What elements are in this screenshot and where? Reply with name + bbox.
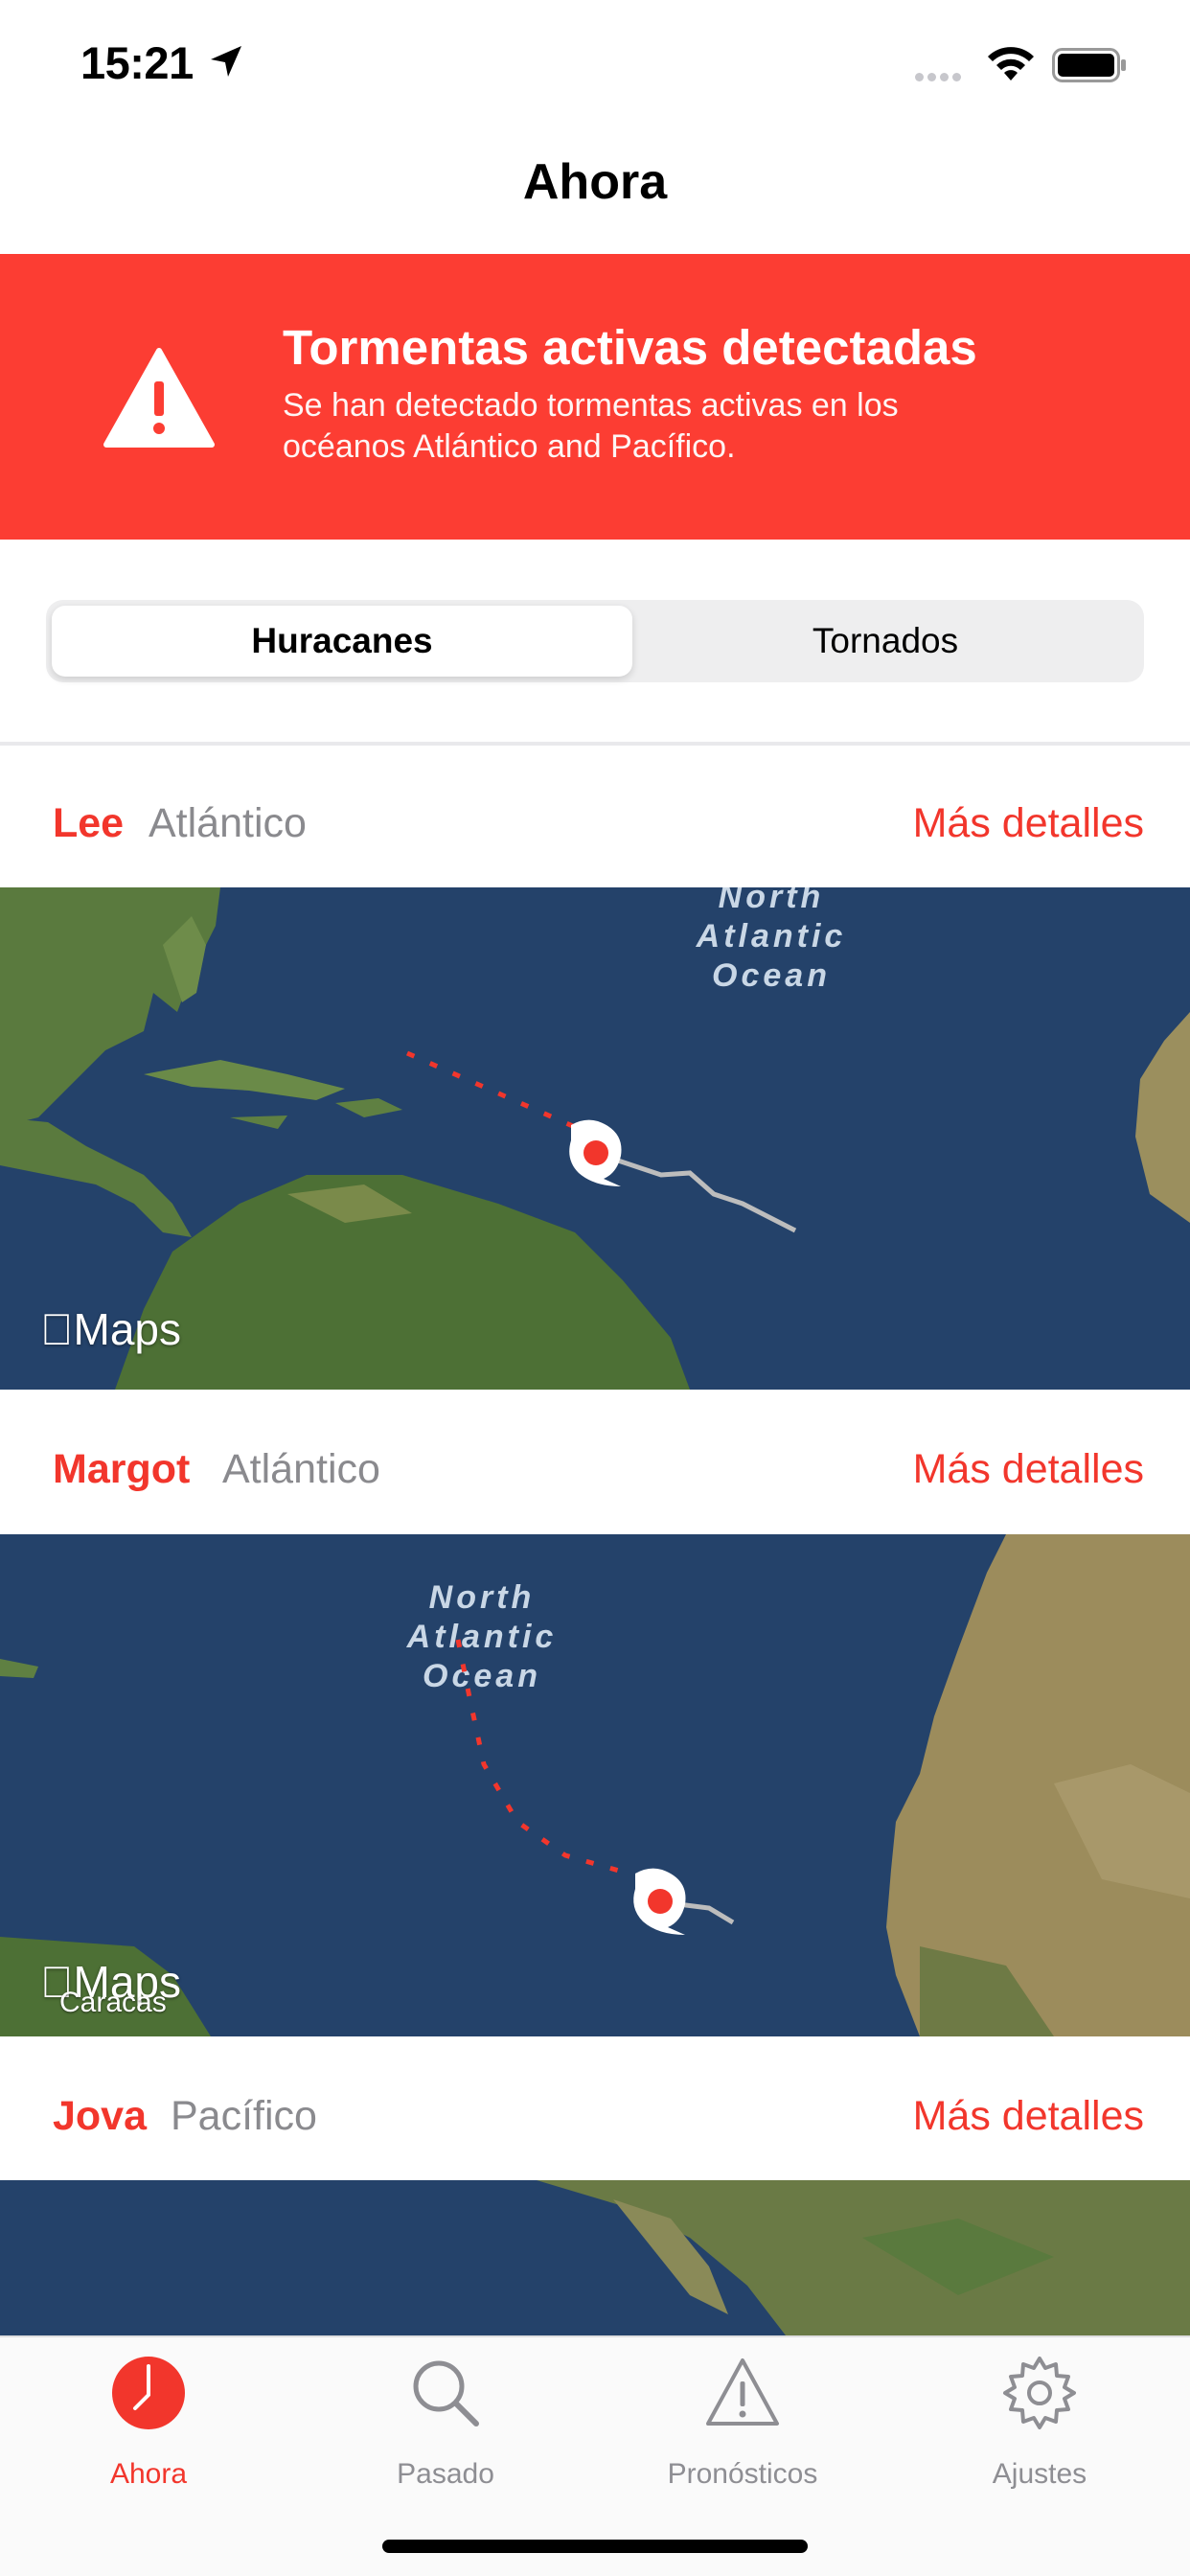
storm-header-lee: Lee Atlántico Más detalles [0, 800, 1190, 858]
alert-body-line-2: océanos Atlántico and Pacífico. [283, 428, 736, 465]
storm-basin: Pacífico [171, 2093, 317, 2139]
storm-map-margot[interactable]: North Atlantic Ocean Maps Caracas [0, 1534, 1190, 2036]
city-label-caracas: Caracas [59, 1987, 167, 2018]
status-time: 15:21 [80, 37, 194, 88]
tab-ajustes[interactable]: Ajustes [925, 2355, 1155, 2498]
tab-pasado[interactable]: Pasado [331, 2355, 561, 2498]
storm-name: Jova [53, 2093, 148, 2139]
tab-label: Pronósticos [667, 2458, 818, 2490]
alert-title: Tormentas activas detectadas [283, 320, 977, 375]
magnifier-icon [413, 2360, 479, 2426]
wifi-icon [988, 47, 1034, 80]
storm-name: Lee [53, 800, 125, 846]
storm-type-segmented-control: Huracanes Tornados [46, 600, 1144, 682]
tab-label: Ajustes [992, 2458, 1087, 2490]
warning-triangle-icon [706, 2358, 779, 2426]
tab-label: Pasado [397, 2458, 494, 2490]
more-details-link[interactable]: Más detalles [913, 800, 1144, 847]
storm-map-jova[interactable] [0, 2180, 1190, 2335]
storm-basin: Atlántico [149, 800, 307, 846]
section-divider [0, 742, 1190, 746]
more-details-link[interactable]: Más detalles [913, 2093, 1144, 2140]
gear-icon [1003, 2357, 1076, 2429]
storm-map-lee[interactable]: North Atlantic Ocean Maps [0, 887, 1190, 1390]
tab-label: Ahora [109, 2458, 188, 2490]
hurricane-marker-icon[interactable] [629, 1866, 691, 1937]
battery-icon [1052, 48, 1126, 82]
tab-ahora[interactable]: Ahora [34, 2355, 263, 2498]
cellular-signal-icon [915, 69, 965, 86]
storm-name: Margot [53, 1446, 191, 1492]
page-title: Ahora [522, 154, 668, 210]
storm-header-jova: Jova Pacífico Más detalles [0, 2093, 1190, 2150]
clock-icon [112, 2357, 185, 2429]
home-indicator [382, 2540, 808, 2553]
map-terrain [0, 2180, 1190, 2335]
warning-triangle-icon [103, 348, 215, 448]
storm-header-margot: Margot Atlántico Más detalles [0, 1446, 1190, 1504]
storm-basin: Atlántico [222, 1446, 380, 1492]
hurricane-marker-icon[interactable] [565, 1117, 627, 1188]
alert-body: Se han detectado tormentas activas en lo… [283, 385, 1068, 468]
apple-maps-logo: Maps [40, 1304, 181, 1354]
tab-pronosticos[interactable]: Pronósticos [628, 2355, 858, 2498]
alert-body-line-1: Se han detectado tormentas activas en lo… [283, 387, 899, 424]
status-bar: 15:21 [0, 0, 1190, 129]
segment-tornadoes[interactable]: Tornados [632, 606, 1138, 677]
location-arrow-icon [211, 46, 241, 77]
segment-hurricanes[interactable]: Huracanes [52, 606, 632, 677]
more-details-link[interactable]: Más detalles [913, 1446, 1144, 1493]
